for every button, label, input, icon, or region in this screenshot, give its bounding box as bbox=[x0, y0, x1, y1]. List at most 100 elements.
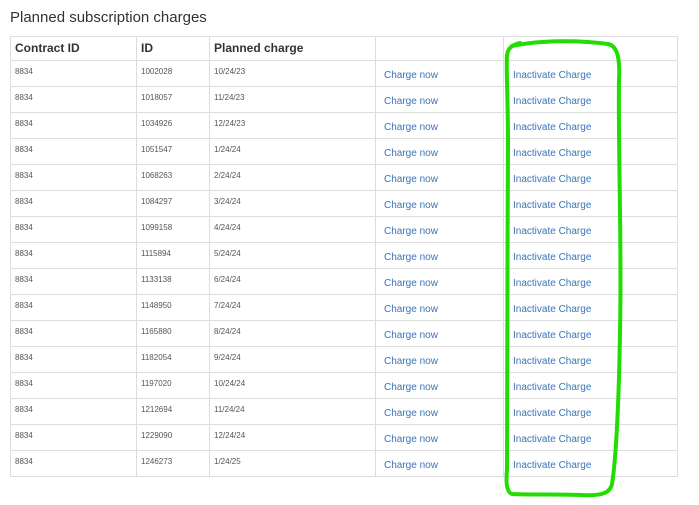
cell-id: 1246273 bbox=[136, 450, 210, 477]
cell-contract-id: 8834 bbox=[10, 164, 137, 191]
cell-charge-action: Charge now bbox=[375, 112, 504, 139]
inactivate-charge-link[interactable]: Inactivate Charge bbox=[513, 460, 591, 471]
cell-inactivate-action: Inactivate Charge bbox=[503, 216, 678, 243]
charge-now-link[interactable]: Charge now bbox=[384, 356, 438, 367]
cell-planned-charge: 12/24/23 bbox=[209, 112, 376, 139]
inactivate-charge-link[interactable]: Inactivate Charge bbox=[513, 148, 591, 159]
cell-contract-id: 8834 bbox=[10, 424, 137, 451]
cell-inactivate-action: Inactivate Charge bbox=[503, 138, 678, 165]
inactivate-charge-link[interactable]: Inactivate Charge bbox=[513, 382, 591, 393]
charge-now-link[interactable]: Charge now bbox=[384, 330, 438, 341]
cell-contract-id: 8834 bbox=[10, 190, 137, 217]
charge-now-link[interactable]: Charge now bbox=[384, 70, 438, 81]
inactivate-charge-link[interactable]: Inactivate Charge bbox=[513, 304, 591, 315]
cell-id: 1148950 bbox=[136, 294, 210, 321]
inactivate-charge-link[interactable]: Inactivate Charge bbox=[513, 408, 591, 419]
charge-now-link[interactable]: Charge now bbox=[384, 382, 438, 393]
table-row: 8834 1034926 12/24/23 Charge now Inactivate … bbox=[10, 112, 678, 139]
cell-inactivate-action: Inactivate Charge bbox=[503, 294, 678, 321]
cell-planned-charge: 8/24/24 bbox=[209, 320, 376, 347]
cell-planned-charge: 5/24/24 bbox=[209, 242, 376, 269]
cell-id: 1229090 bbox=[136, 424, 210, 451]
table-row: 8834 1018057 11/24/23 Charge now Inactivate … bbox=[10, 86, 678, 113]
table-row: 8834 1115894 5/24/24 Charge now Inactivate C… bbox=[10, 242, 678, 269]
inactivate-charge-link[interactable]: Inactivate Charge bbox=[513, 174, 591, 185]
cell-contract-id: 8834 bbox=[10, 294, 137, 321]
charge-now-link[interactable]: Charge now bbox=[384, 148, 438, 159]
charge-now-link[interactable]: Charge now bbox=[384, 122, 438, 133]
cell-planned-charge: 11/24/24 bbox=[209, 398, 376, 425]
cell-charge-action: Charge now bbox=[375, 268, 504, 295]
cell-planned-charge: 7/24/24 bbox=[209, 294, 376, 321]
cell-charge-action: Charge now bbox=[375, 372, 504, 399]
inactivate-charge-link[interactable]: Inactivate Charge bbox=[513, 252, 591, 263]
cell-charge-action: Charge now bbox=[375, 294, 504, 321]
cell-charge-action: Charge now bbox=[375, 190, 504, 217]
cell-inactivate-action: Inactivate Charge bbox=[503, 242, 678, 269]
table-body: 8834 1002028 10/24/23 Charge now Inactivate … bbox=[10, 60, 678, 477]
cell-contract-id: 8834 bbox=[10, 242, 137, 269]
cell-id: 1099158 bbox=[136, 216, 210, 243]
cell-planned-charge: 11/24/23 bbox=[209, 86, 376, 113]
charge-now-link[interactable]: Charge now bbox=[384, 304, 438, 315]
cell-contract-id: 8834 bbox=[10, 268, 137, 295]
inactivate-charge-link[interactable]: Inactivate Charge bbox=[513, 96, 591, 107]
inactivate-charge-link[interactable]: Inactivate Charge bbox=[513, 330, 591, 341]
cell-contract-id: 8834 bbox=[10, 372, 137, 399]
cell-contract-id: 8834 bbox=[10, 398, 137, 425]
cell-planned-charge: 1/24/24 bbox=[209, 138, 376, 165]
charge-now-link[interactable]: Charge now bbox=[384, 252, 438, 263]
table-row: 8834 1084297 3/24/24 Charge now Inactivate C… bbox=[10, 190, 678, 217]
charge-now-link[interactable]: Charge now bbox=[384, 434, 438, 445]
cell-charge-action: Charge now bbox=[375, 346, 504, 373]
cell-charge-action: Charge now bbox=[375, 164, 504, 191]
table-row: 8834 1246273 1/24/25 Charge now Inactivate C… bbox=[10, 450, 678, 477]
cell-charge-action: Charge now bbox=[375, 320, 504, 347]
table-row: 8834 1068263 2/24/24 Charge now Inactivate C… bbox=[10, 164, 678, 191]
cell-charge-action: Charge now bbox=[375, 242, 504, 269]
planned-charges-table: Contract ID ID Planned charge 8834 100202… bbox=[10, 36, 678, 477]
cell-id: 1212694 bbox=[136, 398, 210, 425]
cell-inactivate-action: Inactivate Charge bbox=[503, 424, 678, 451]
cell-inactivate-action: Inactivate Charge bbox=[503, 320, 678, 347]
cell-charge-action: Charge now bbox=[375, 86, 504, 113]
cell-id: 1165880 bbox=[136, 320, 210, 347]
charge-now-link[interactable]: Charge now bbox=[384, 174, 438, 185]
cell-inactivate-action: Inactivate Charge bbox=[503, 268, 678, 295]
column-header-contract-id: Contract ID bbox=[10, 36, 137, 61]
cell-planned-charge: 2/24/24 bbox=[209, 164, 376, 191]
charge-now-link[interactable]: Charge now bbox=[384, 278, 438, 289]
charge-now-link[interactable]: Charge now bbox=[384, 226, 438, 237]
inactivate-charge-link[interactable]: Inactivate Charge bbox=[513, 356, 591, 367]
charge-now-link[interactable]: Charge now bbox=[384, 460, 438, 471]
cell-id: 1115894 bbox=[136, 242, 210, 269]
cell-charge-action: Charge now bbox=[375, 216, 504, 243]
cell-planned-charge: 3/24/24 bbox=[209, 190, 376, 217]
table-row: 8834 1229090 12/24/24 Charge now Inactivate … bbox=[10, 424, 678, 451]
cell-contract-id: 8834 bbox=[10, 60, 137, 87]
inactivate-charge-link[interactable]: Inactivate Charge bbox=[513, 200, 591, 211]
charge-now-link[interactable]: Charge now bbox=[384, 408, 438, 419]
inactivate-charge-link[interactable]: Inactivate Charge bbox=[513, 122, 591, 133]
column-header-inactivate-action bbox=[503, 36, 678, 61]
cell-contract-id: 8834 bbox=[10, 346, 137, 373]
inactivate-charge-link[interactable]: Inactivate Charge bbox=[513, 226, 591, 237]
cell-planned-charge: 10/24/23 bbox=[209, 60, 376, 87]
cell-id: 1133138 bbox=[136, 268, 210, 295]
cell-contract-id: 8834 bbox=[10, 86, 137, 113]
cell-planned-charge: 10/24/24 bbox=[209, 372, 376, 399]
cell-id: 1182054 bbox=[136, 346, 210, 373]
inactivate-charge-link[interactable]: Inactivate Charge bbox=[513, 70, 591, 81]
cell-contract-id: 8834 bbox=[10, 112, 137, 139]
table-row: 8834 1165880 8/24/24 Charge now Inactivate C… bbox=[10, 320, 678, 347]
inactivate-charge-link[interactable]: Inactivate Charge bbox=[513, 434, 591, 445]
cell-charge-action: Charge now bbox=[375, 138, 504, 165]
table-row: 8834 1002028 10/24/23 Charge now Inactivate … bbox=[10, 60, 678, 87]
inactivate-charge-link[interactable]: Inactivate Charge bbox=[513, 278, 591, 289]
page-title: Planned subscription charges bbox=[10, 9, 207, 26]
charge-now-link[interactable]: Charge now bbox=[384, 96, 438, 107]
cell-inactivate-action: Inactivate Charge bbox=[503, 112, 678, 139]
column-header-planned-charge: Planned charge bbox=[209, 36, 376, 61]
cell-id: 1018057 bbox=[136, 86, 210, 113]
charge-now-link[interactable]: Charge now bbox=[384, 200, 438, 211]
